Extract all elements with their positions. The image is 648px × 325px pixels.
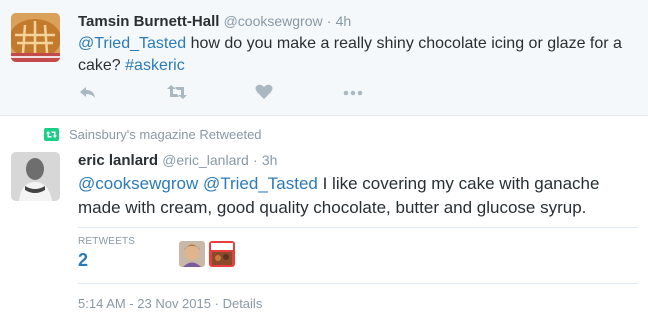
- tweet-text: @Tried_Tasted how do you make a really s…: [78, 33, 638, 77]
- tweet-text: @cooksewgrow @Tried_Tasted I like coveri…: [78, 172, 638, 220]
- tweet-time[interactable]: 3h: [262, 152, 278, 168]
- hashtag-link[interactable]: #askeric: [125, 57, 185, 74]
- retweet-icon: [44, 128, 59, 141]
- parent-tweet[interactable]: Tamsin Burnett-Hall @cooksewgrow · 4h @T…: [0, 0, 648, 116]
- retweeter-avatar[interactable]: [179, 241, 205, 267]
- user-avatar[interactable]: [11, 152, 60, 201]
- tweet-stats: RETWEETS 2: [78, 227, 638, 284]
- tweet-header: eric lanlard @eric_lanlard · 3h: [78, 152, 277, 169]
- text-fragment: cake?: [78, 57, 126, 74]
- retweeted-by-label[interactable]: Sainsbury's magazine Retweeted: [69, 127, 262, 142]
- display-name[interactable]: eric lanlard: [78, 152, 158, 169]
- text-fragment: I like covering my cake with ganache: [317, 174, 600, 193]
- mention-link[interactable]: @cooksewgrow: [78, 174, 198, 193]
- separator: ·: [214, 296, 219, 311]
- timestamp-text[interactable]: 5:14 AM - 23 Nov 2015: [78, 296, 211, 311]
- details-link[interactable]: Details: [223, 296, 263, 311]
- retweeter-avatar[interactable]: [209, 241, 235, 267]
- tweet-time[interactable]: 4h: [336, 13, 352, 29]
- username[interactable]: @eric_lanlard: [162, 152, 249, 168]
- retweet-icon[interactable]: [166, 82, 187, 102]
- like-icon[interactable]: [254, 82, 274, 102]
- mention-link[interactable]: @Tried_Tasted: [203, 174, 318, 193]
- username[interactable]: @cooksewgrow: [224, 13, 323, 29]
- separator: ·: [326, 13, 332, 29]
- user-avatar[interactable]: [11, 13, 60, 62]
- display-name[interactable]: Tamsin Burnett-Hall: [78, 13, 219, 30]
- reply-icon[interactable]: [78, 82, 98, 102]
- separator: ·: [252, 152, 258, 168]
- retweets-count[interactable]: 2: [78, 250, 88, 271]
- mention-link[interactable]: @Tried_Tasted: [78, 35, 186, 52]
- text-fragment: how do you make a really shiny chocolate…: [186, 35, 622, 52]
- retweet-context: Sainsbury's magazine Retweeted: [44, 127, 262, 142]
- text-fragment: made with cream, good quality chocolate,…: [78, 198, 587, 217]
- tweet-actions: [78, 82, 398, 102]
- retweets-label[interactable]: RETWEETS: [78, 236, 135, 247]
- more-icon[interactable]: [342, 82, 363, 102]
- tweet-header: Tamsin Burnett-Hall @cooksewgrow · 4h: [78, 13, 351, 30]
- tweet-timestamp: 5:14 AM - 23 Nov 2015 · Details: [78, 296, 262, 311]
